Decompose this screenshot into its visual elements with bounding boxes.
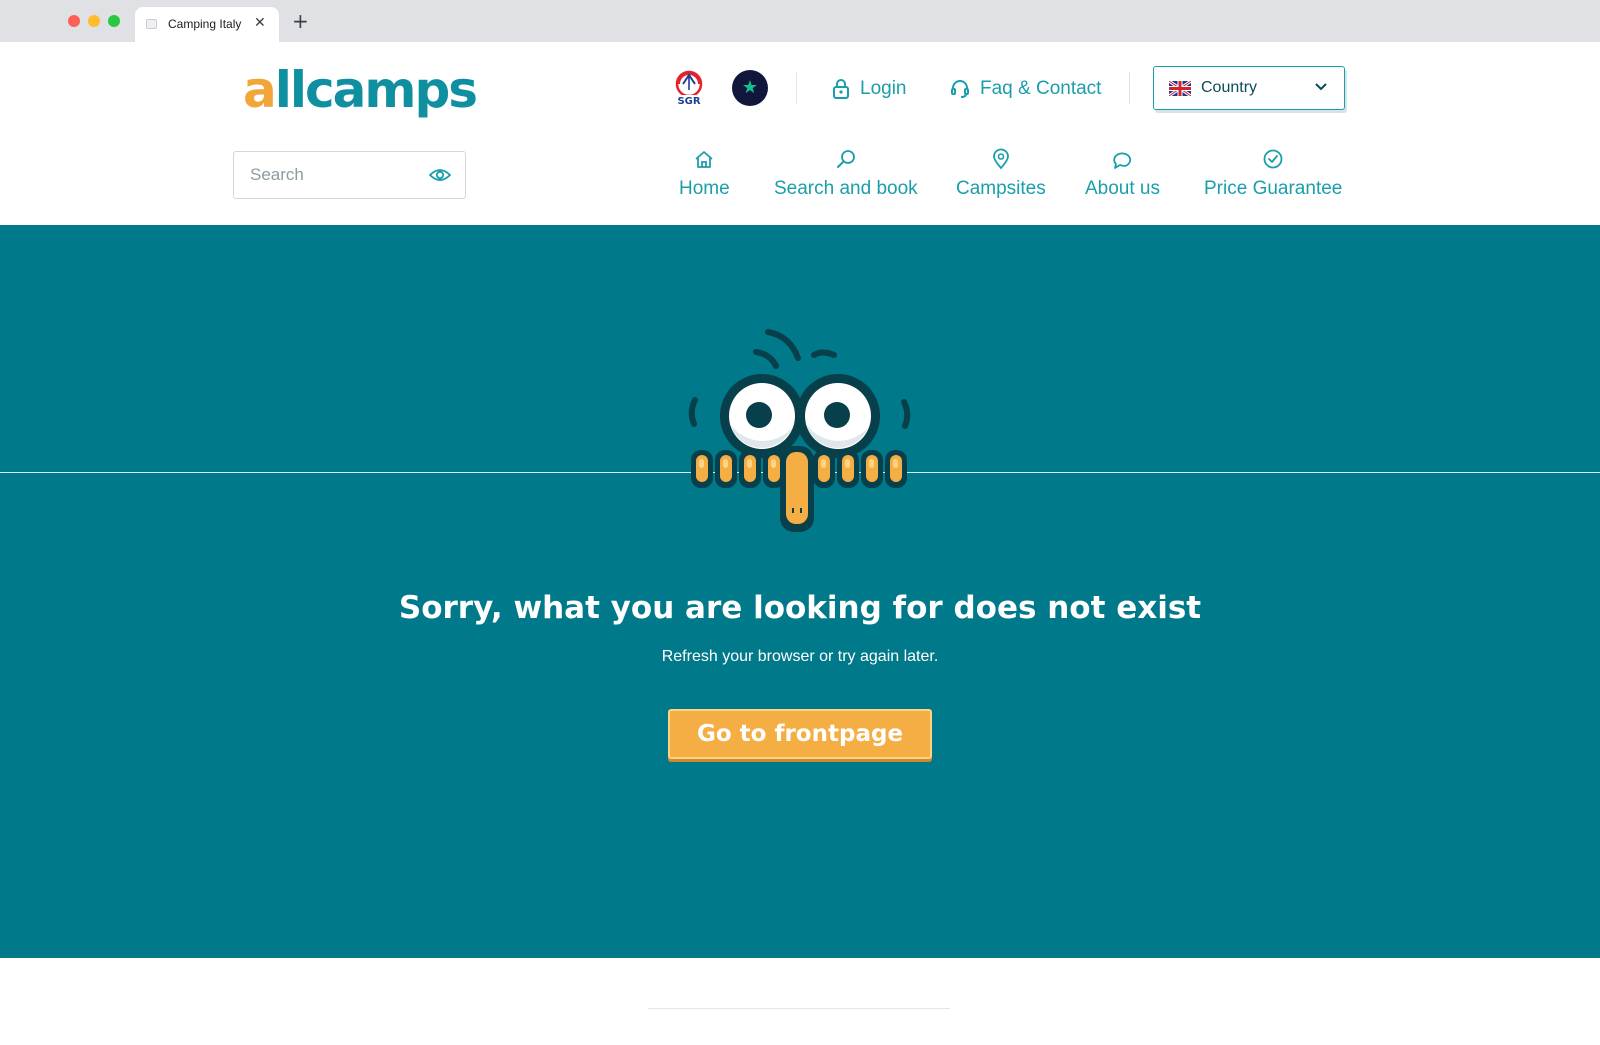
svg-text:SGR: SGR [677,96,700,106]
footer-divider [648,1008,950,1009]
nav-price-guarantee[interactable]: Price Guarantee [1204,148,1342,200]
divider [796,72,797,104]
lock-icon [833,79,849,99]
headset-icon [951,80,969,98]
nav-home[interactable]: Home [679,148,730,200]
faq-contact-label: Faq & Contact [980,78,1102,99]
eye-icon[interactable] [429,167,451,183]
browser-chrome: Camping Italy ✕ + [0,0,1600,42]
peeking-mascot-icon [688,329,911,532]
map-pin-icon [992,148,1009,170]
faq-contact-link[interactable]: Faq & Contact [950,76,1101,102]
page-favicon-icon [146,19,157,29]
search-box [233,151,466,199]
new-tab-button[interactable]: + [292,11,309,31]
error-title: Sorry, what you are looking for does not… [398,590,1202,626]
nav-about-us[interactable]: About us [1085,148,1160,200]
check-circle-icon [1263,149,1283,169]
chevron-down-icon [1315,83,1327,91]
trust-star-icon: ★ [732,70,768,106]
tab-close-icon[interactable]: ✕ [254,15,266,31]
nav-campsites[interactable]: Campsites [956,148,1046,200]
go-to-frontpage-button[interactable]: Go to frontpage [668,709,932,759]
divider [1129,72,1130,104]
close-window-button[interactable] [68,15,80,27]
logo-letter-a: a [243,61,277,119]
country-select[interactable]: Country [1153,66,1345,110]
maximize-window-button[interactable] [108,15,120,27]
minimize-window-button[interactable] [88,15,100,27]
allcamps-logo[interactable]: allcamps [243,55,478,125]
speech-bubble-icon [1112,152,1131,169]
nav-home-label: Home [679,178,730,199]
logo-text: llcamps [274,61,478,119]
sgr-logo-icon: SGR [671,70,707,106]
error-hero: Sorry, what you are looking for does not… [0,225,1600,958]
home-icon [695,151,713,168]
country-label: Country [1201,79,1258,96]
nav-price-guarantee-label: Price Guarantee [1204,178,1343,199]
search-icon [836,150,855,168]
tab-title: Camping Italy [168,17,242,31]
error-subtitle: Refresh your browser or try again later. [661,648,939,665]
nav-search-and-book[interactable]: Search and book [774,148,918,200]
uk-flag-icon [1169,80,1191,96]
search-input[interactable] [234,152,424,198]
login-label: Login [860,78,907,99]
nav-search-and-book-label: Search and book [774,178,918,199]
nav-about-us-label: About us [1085,178,1160,199]
browser-tab[interactable]: Camping Italy ✕ [135,7,279,42]
nav-campsites-label: Campsites [956,178,1046,199]
login-link[interactable]: Login [832,76,907,102]
